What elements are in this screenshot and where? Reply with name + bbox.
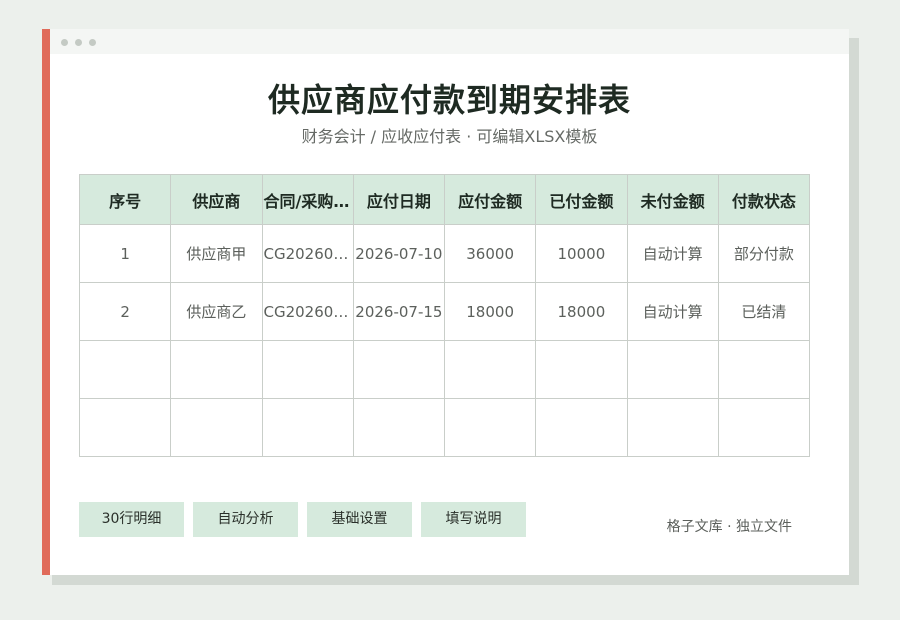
table-row: 2 供应商乙 CG2026002 2026-07-15 18000 18000 … [78, 282, 811, 341]
table-cell[interactable]: CG2026001 [261, 224, 354, 283]
table-cell[interactable] [626, 340, 719, 399]
column-header-amount-paid[interactable]: 已付金额 [535, 174, 628, 225]
table-cell[interactable] [443, 398, 537, 457]
spreadsheet-preview: 供应商应付款到期安排表 财务会计 / 应收应付表 · 可编辑XLSX模板 序号 … [50, 29, 849, 575]
table-cell[interactable]: 2026-07-15 [352, 282, 446, 341]
table-cell[interactable] [352, 340, 446, 399]
table-cell[interactable]: 18000 [535, 282, 628, 341]
table-cell[interactable] [626, 398, 719, 457]
window-dot-icon [75, 39, 82, 46]
table-cell[interactable] [261, 340, 354, 399]
table-cell[interactable] [78, 340, 172, 399]
column-header-payment-status[interactable]: 付款状态 [717, 174, 811, 225]
payables-table: 序号 供应商 合同/采购单号 应付日期 应付金额 已付金额 未付金额 付款状态 … [78, 174, 811, 457]
table-row [78, 398, 811, 457]
table-cell[interactable]: 18000 [443, 282, 537, 341]
table-cell[interactable]: 供应商甲 [170, 224, 263, 283]
table-cell[interactable] [261, 398, 354, 457]
tab-detail-30-rows[interactable]: 30行明细 [79, 502, 184, 537]
column-header-amount-due[interactable]: 应付金额 [443, 174, 537, 225]
table-cell[interactable] [170, 340, 263, 399]
accent-bar [42, 29, 50, 575]
table-cell[interactable]: 自动计算 [626, 224, 719, 283]
table-cell[interactable]: 2 [78, 282, 172, 341]
table-cell[interactable]: 36000 [443, 224, 537, 283]
table-cell[interactable] [443, 340, 537, 399]
table-cell[interactable]: 2026-07-10 [352, 224, 446, 283]
table-cell[interactable] [717, 398, 811, 457]
table-cell[interactable] [717, 340, 811, 399]
table-cell[interactable] [170, 398, 263, 457]
table-cell[interactable]: CG2026002 [261, 282, 354, 341]
window-strip [50, 29, 849, 54]
tab-instructions[interactable]: 填写说明 [421, 502, 526, 537]
table-cell[interactable]: 供应商乙 [170, 282, 263, 341]
column-header-supplier[interactable]: 供应商 [170, 174, 263, 225]
column-header-due-date[interactable]: 应付日期 [352, 174, 446, 225]
tab-auto-analysis[interactable]: 自动分析 [193, 502, 298, 537]
table-cell[interactable]: 10000 [535, 224, 628, 283]
header-row: 序号 供应商 合同/采购单号 应付日期 应付金额 已付金额 未付金额 付款状态 [78, 174, 811, 225]
window-dot-icon [89, 39, 96, 46]
table-cell[interactable] [352, 398, 446, 457]
table-cell[interactable]: 自动计算 [626, 282, 719, 341]
footer-source-note: 格子文库 · 独立文件 [666, 519, 792, 535]
sheet-title: 供应商应付款到期安排表 [267, 81, 631, 119]
column-header-contract-no[interactable]: 合同/采购单号 [261, 174, 354, 225]
tab-basic-settings[interactable]: 基础设置 [307, 502, 412, 537]
table-row [78, 340, 811, 399]
table-cell[interactable]: 部分付款 [717, 224, 811, 283]
table-row: 1 供应商甲 CG2026001 2026-07-10 36000 10000 … [78, 224, 811, 283]
column-header-amount-unpaid[interactable]: 未付金额 [626, 174, 719, 225]
sheet-subtitle: 财务会计 / 应收应付表 · 可编辑XLSX模板 [301, 127, 598, 146]
table-cell[interactable] [78, 398, 172, 457]
column-header-index[interactable]: 序号 [78, 174, 172, 225]
table-cell[interactable] [535, 340, 628, 399]
table-cell[interactable]: 已结清 [717, 282, 811, 341]
window-dot-icon [61, 39, 68, 46]
table-cell[interactable]: 1 [78, 224, 172, 283]
table-cell[interactable] [535, 398, 628, 457]
